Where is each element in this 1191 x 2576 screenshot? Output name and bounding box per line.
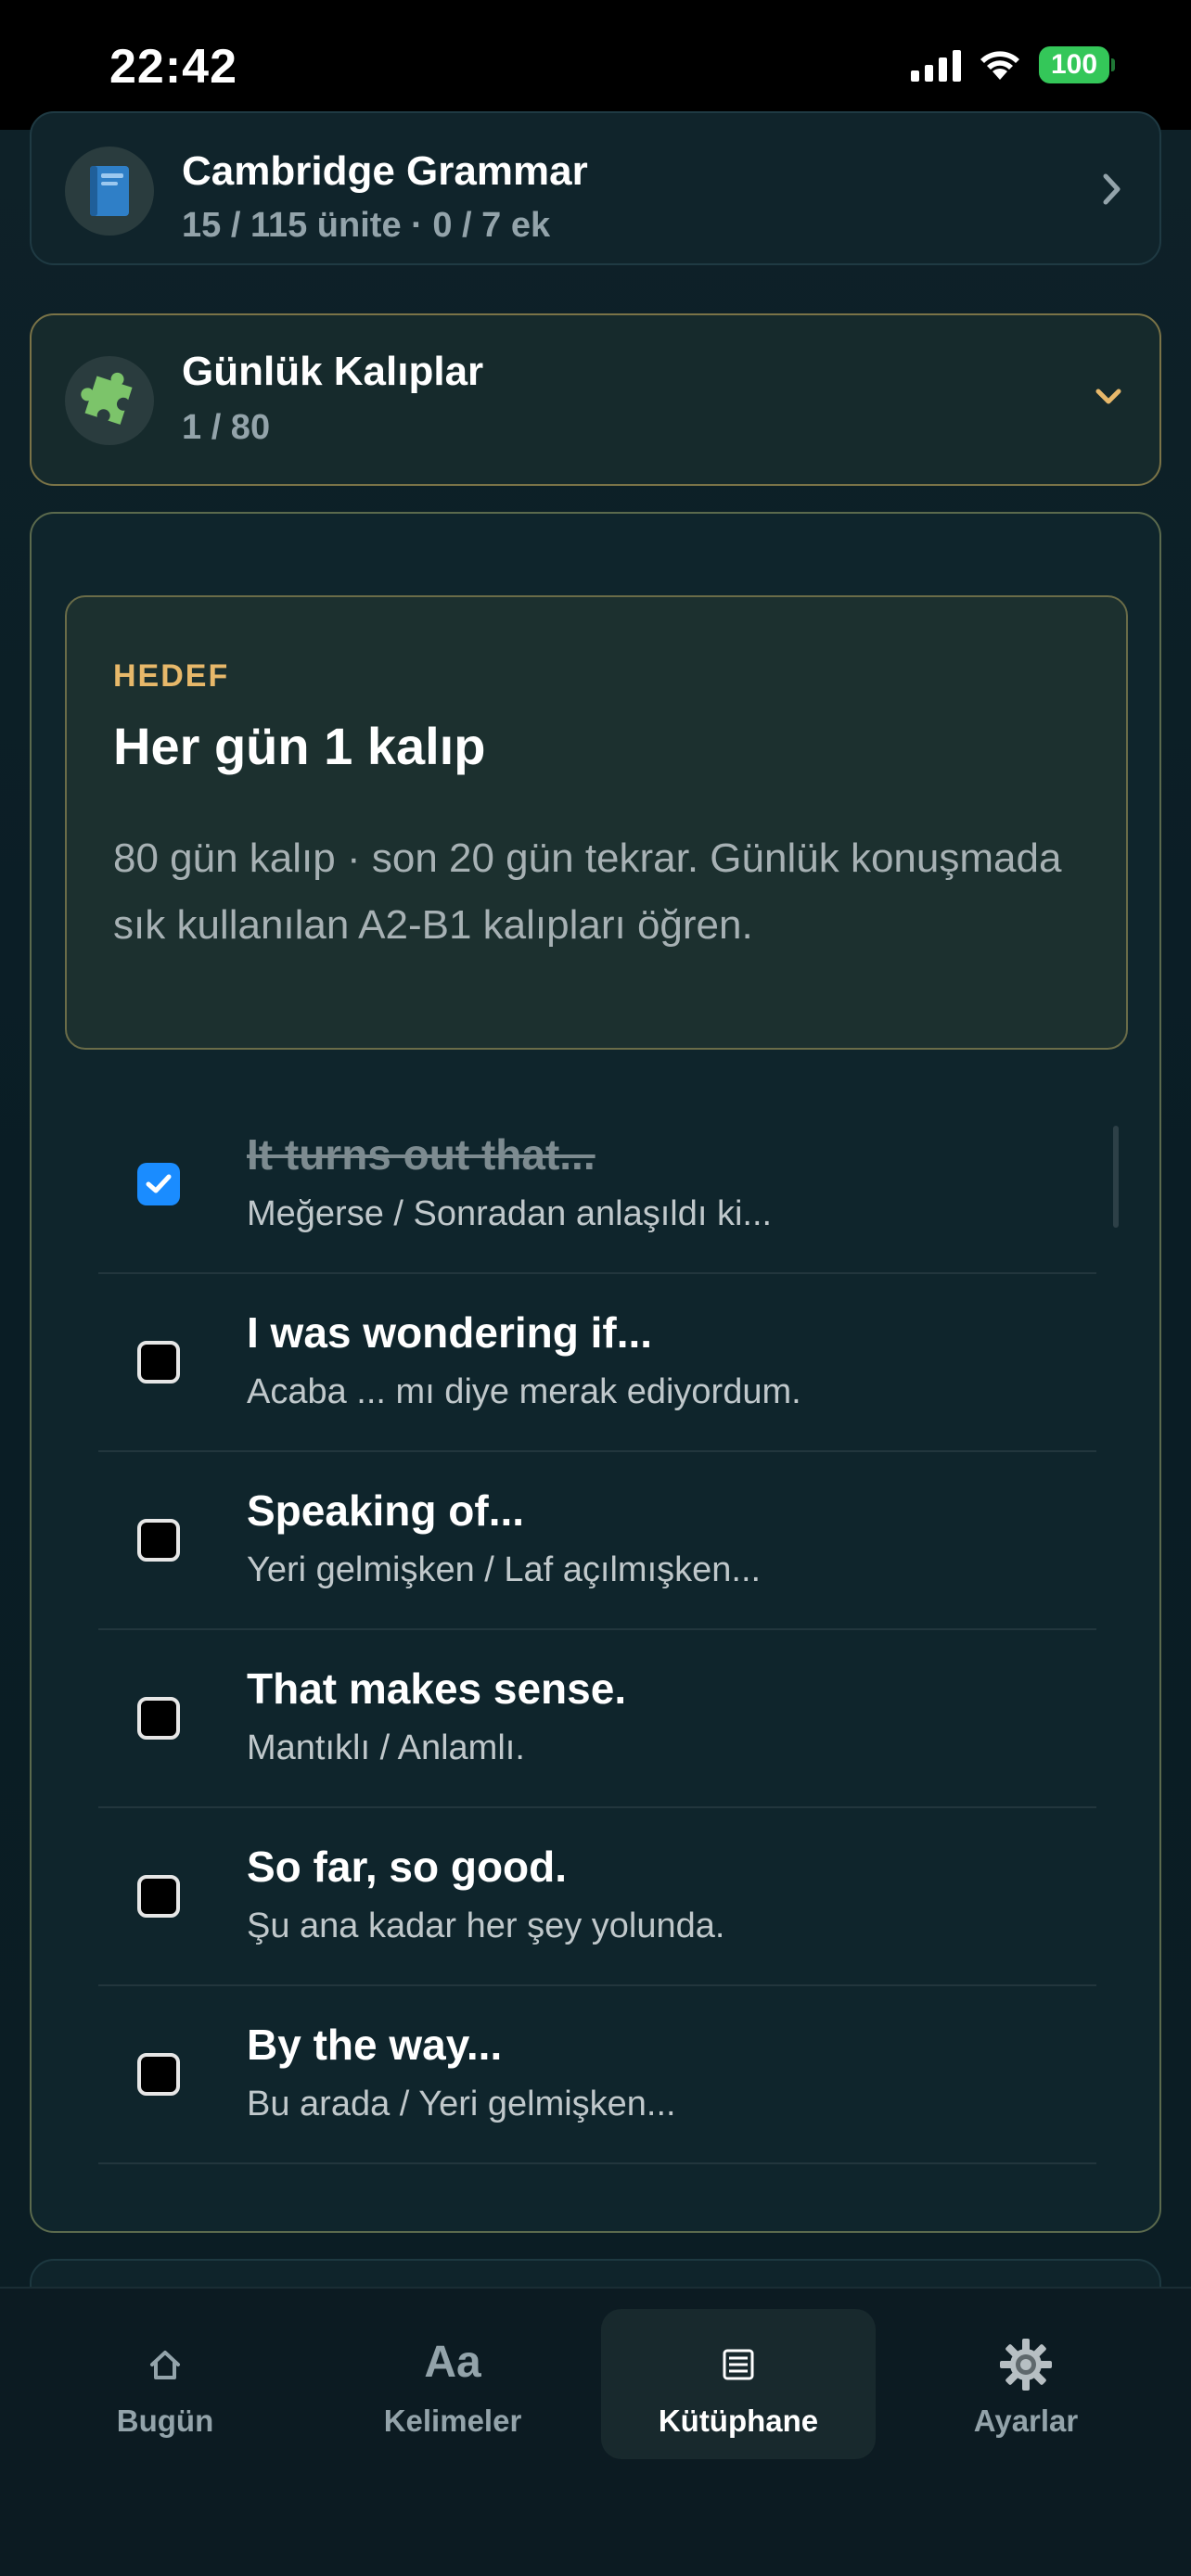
pattern-list[interactable]: It turns out that... Meğerse / Sonradan … (98, 1096, 1096, 2190)
goal-box: HEDEF Her gün 1 kalıp 80 gün kalıp · son… (65, 595, 1128, 1050)
cellular-signal-icon (911, 48, 961, 82)
pattern-meaning: Meğerse / Sonradan anlaşıldı ki... (247, 1194, 773, 1233)
goal-description: 80 gün kalıp · son 20 gün tekrar. Günlük… (113, 835, 1062, 948)
checkbox[interactable] (137, 1697, 180, 1740)
card-title: Günlük Kalıplar (182, 349, 484, 394)
checkbox[interactable] (137, 1519, 180, 1562)
cambridge-grammar-card[interactable]: Cambridge Grammar 15 / 115 ünite · 0 / 7… (30, 111, 1161, 265)
goal-label: HEDEF (113, 658, 230, 694)
card-progress: 1 / 80 (182, 408, 271, 447)
battery-icon: 100 (1039, 46, 1115, 83)
tab-label: Ayarlar (973, 2404, 1079, 2438)
pattern-title: So far, so good. (247, 1843, 568, 1891)
text-aa-icon: Aa (424, 2338, 481, 2387)
tab-bar: Bugün Aa Kelimeler Kütüphane Ayarlar (0, 2287, 1191, 2576)
list-item[interactable]: So far, so good. Şu ana kadar her şey yo… (98, 1808, 1096, 1986)
pattern-meaning: Yeri gelmişken / Laf açılmışken... (247, 1550, 762, 1589)
tab-label: Bugün (116, 2404, 214, 2438)
chevron-down-icon (1095, 388, 1122, 411)
list-item[interactable]: Speaking of... Yeri gelmişken / Laf açıl… (98, 1452, 1096, 1630)
pattern-title: By the way... (247, 2021, 503, 2069)
checkbox[interactable] (137, 2053, 180, 2096)
library-content: Cambridge Grammar 15 / 115 ünite · 0 / 7… (0, 111, 1191, 2333)
library-icon (601, 2337, 876, 2389)
checkbox[interactable] (137, 1341, 180, 1384)
gunluk-kaliplar-card[interactable]: Günlük Kalıplar 1 / 80 (30, 313, 1161, 486)
battery-level: 100 (1039, 46, 1109, 83)
status-bar: 22:42 100 (0, 0, 1191, 130)
wifi-icon (978, 48, 1022, 82)
pattern-title: Speaking of... (247, 1486, 525, 1535)
blue-book-icon (65, 147, 154, 236)
tab-bugun[interactable]: Bugün (28, 2309, 302, 2459)
checkbox-checked[interactable] (137, 1163, 180, 1205)
checkbox[interactable] (137, 1875, 180, 1918)
gunluk-kaliplar-expanded: HEDEF Her gün 1 kalıp 80 gün kalıp · son… (30, 512, 1161, 2233)
tab-label: Kelimeler (383, 2404, 522, 2438)
pattern-meaning: Mantıklı / Anlamlı. (247, 1728, 525, 1767)
goal-title: Her gün 1 kalıp (113, 717, 486, 775)
pattern-meaning: Bu arada / Yeri gelmişken... (247, 2085, 676, 2123)
pattern-title: I was wondering if... (247, 1308, 653, 1357)
card-title: Cambridge Grammar (182, 148, 588, 194)
pattern-title: It turns out that... (247, 1130, 596, 1179)
tab-kutuphane[interactable]: Kütüphane (601, 2309, 876, 2459)
list-item[interactable]: By the way... Bu arada / Yeri gelmişken.… (98, 1986, 1096, 2164)
list-item[interactable]: I was wondering if... Acaba ... mı diye … (98, 1274, 1096, 1452)
puzzle-piece-icon (65, 356, 154, 445)
pattern-meaning: Acaba ... mı diye merak ediyordum. (247, 1372, 801, 1411)
list-scrollbar[interactable] (1113, 1126, 1119, 1228)
tab-ayarlar[interactable]: Ayarlar (889, 2309, 1163, 2459)
card-progress: 15 / 115 ünite · 0 / 7 ek (182, 206, 551, 245)
gear-icon (889, 2337, 1163, 2391)
status-time: 22:42 (109, 40, 237, 94)
list-item-partial (98, 2164, 1096, 2190)
home-icon (28, 2337, 302, 2389)
status-icons: 100 (911, 46, 1115, 83)
list-item[interactable]: It turns out that... Meğerse / Sonradan … (98, 1096, 1096, 1274)
chevron-right-icon (1102, 172, 1122, 210)
pattern-meaning: Şu ana kadar her şey yolunda. (247, 1906, 725, 1945)
tab-label: Kütüphane (658, 2404, 819, 2438)
tab-kelimeler[interactable]: Aa Kelimeler (315, 2309, 590, 2459)
pattern-title: That makes sense. (247, 1664, 627, 1713)
list-item[interactable]: That makes sense. Mantıklı / Anlamlı. (98, 1630, 1096, 1808)
